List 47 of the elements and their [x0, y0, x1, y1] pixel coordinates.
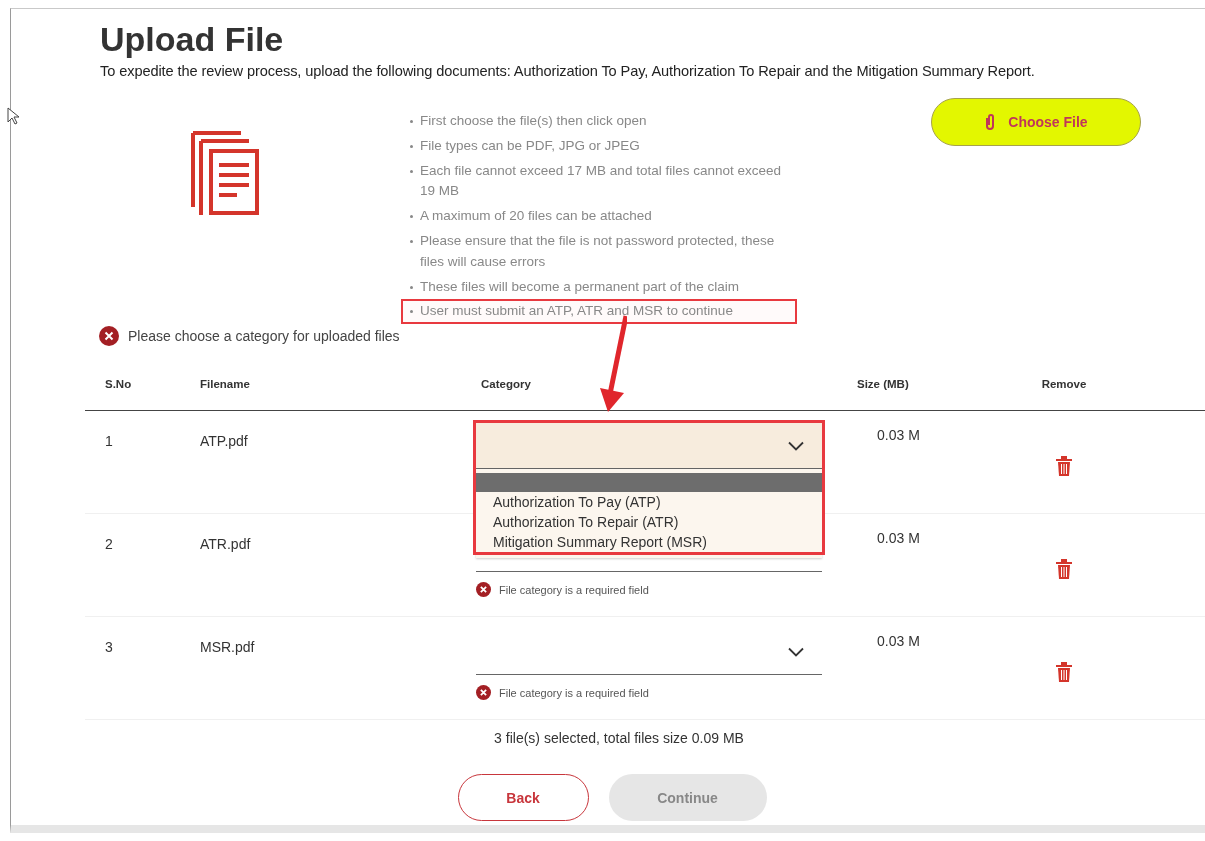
table-cell-text: 1: [104, 432, 114, 449]
cursor-icon: [7, 107, 19, 125]
instruction-item: User must submit an ATP, ATR and MSR to continue: [401, 299, 797, 325]
delete-button[interactable]: [1056, 456, 1072, 476]
files-summary: 3 file(s) selected, total files size 0.09 MB: [493, 730, 745, 746]
table-cell-text: ATR.pdf: [200, 535, 252, 552]
table-cell-text: 0.03 M: [876, 632, 921, 649]
trash-icon: [1056, 456, 1072, 476]
table-cell-text: 0.03 M: [876, 426, 921, 443]
trash-icon: [1056, 662, 1072, 682]
instruction-item: Each file cannot exceed 17 MB and total files cannot exceed 19 MB: [401, 158, 797, 205]
delete-button[interactable]: [1056, 559, 1072, 579]
instruction-item: First choose the file(s) then click open: [401, 109, 797, 134]
chevron-icon: [788, 440, 804, 451]
category-select[interactable]: [476, 423, 822, 469]
choose-file-button[interactable]: Choose File: [931, 98, 1141, 146]
instruction-item: Please ensure that the file is not password protected, these files will cause errors: [401, 229, 797, 275]
field-error: File category is a required field: [499, 583, 649, 596]
table-cell-text: 3: [104, 638, 114, 655]
table-cell-text: ATP.pdf: [200, 432, 249, 449]
table-cell-text: 2: [104, 535, 114, 552]
trash-icon: [1056, 559, 1072, 579]
page-description: To expedite the review process, upload the following documents: Authorization To Pay, Authorization To Repair and the Mitigation Summary Report.: [100, 63, 1036, 79]
table-cell-text: MSR.pdf: [200, 638, 256, 655]
column-header: S.No: [104, 378, 133, 390]
column-header: Remove: [1040, 378, 1088, 390]
field-error: File category is a required field: [499, 686, 649, 699]
instruction-item: A maximum of 20 files can be attached: [401, 204, 797, 229]
dropdown-option[interactable]: Authorization To Repair (ATR): [476, 512, 822, 532]
error-message: Please choose a category for uploaded files: [128, 328, 400, 344]
chevron-icon: [788, 646, 804, 657]
instruction-item: File types can be PDF, JPG or JPEG: [401, 133, 797, 159]
instruction-item: These files will become a permanent part of the claim: [401, 274, 797, 300]
error-icon: [99, 326, 119, 346]
column-header: Size (MB): [857, 378, 910, 390]
table-cell-text: 0.03 M: [876, 529, 921, 546]
column-header: Category: [480, 378, 532, 390]
dropdown-option[interactable]: Mitigation Summary Report (MSR): [476, 532, 822, 552]
dropdown-option[interactable]: Authorization To Pay (ATP): [476, 492, 822, 512]
delete-button[interactable]: [1056, 662, 1072, 682]
paperclip-icon: [984, 113, 997, 131]
documents-icon: [191, 131, 261, 217]
error-icon: [476, 685, 491, 700]
page-title: Upload File: [100, 21, 285, 57]
error-icon: [476, 582, 491, 597]
column-header: Filename: [200, 378, 251, 390]
action-button[interactable]: Back: [457, 774, 589, 821]
